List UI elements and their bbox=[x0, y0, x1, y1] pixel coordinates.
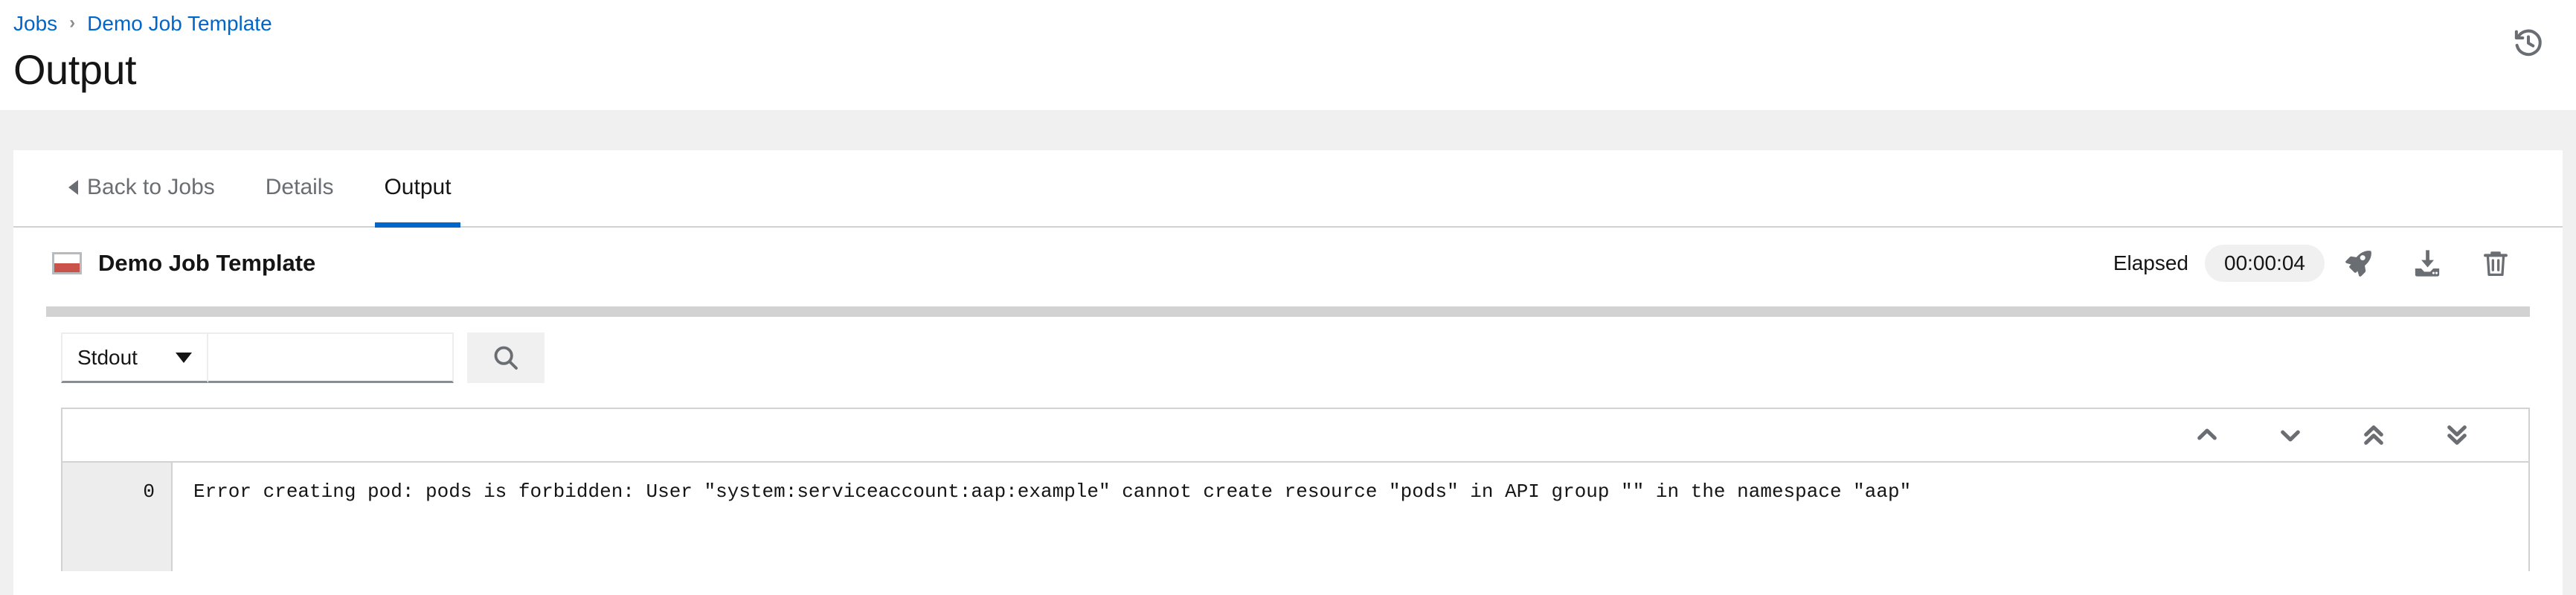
tab-details-label: Details bbox=[266, 175, 334, 200]
caret-left-icon bbox=[68, 180, 78, 195]
relaunch-button[interactable] bbox=[2325, 229, 2393, 298]
tab-output-label: Output bbox=[384, 175, 451, 200]
log-line-number: 0 bbox=[62, 463, 173, 571]
elapsed-label: Elapsed bbox=[2113, 251, 2188, 275]
chevron-down-icon[interactable] bbox=[2264, 412, 2317, 458]
elapsed-value-badge: 00:00:04 bbox=[2205, 245, 2325, 282]
breadcrumb: Jobs › Demo Job Template bbox=[13, 10, 2546, 37]
search-button[interactable] bbox=[467, 332, 545, 383]
download-button[interactable] bbox=[2393, 229, 2461, 298]
tab-back-to-jobs-label: Back to Jobs bbox=[87, 175, 215, 200]
output-filter-selected-label: Stdout bbox=[77, 346, 138, 370]
double-chevron-up-icon[interactable] bbox=[2347, 412, 2400, 458]
log-area: 0 Error creating pod: pods is forbidden:… bbox=[62, 463, 2528, 571]
job-name-label: Demo Job Template bbox=[98, 250, 315, 277]
search-input[interactable] bbox=[208, 332, 454, 383]
job-actions: Elapsed 00:00:04 bbox=[2113, 229, 2530, 298]
breadcrumb-separator-icon: › bbox=[69, 10, 75, 36]
chevron-down-icon bbox=[176, 353, 192, 363]
page-title: Output bbox=[13, 45, 2546, 95]
double-chevron-down-icon[interactable] bbox=[2430, 412, 2484, 458]
breadcrumb-item-jobs[interactable]: Jobs bbox=[13, 10, 57, 37]
job-output-page: Jobs › Demo Job Template Output Back to … bbox=[0, 0, 2576, 595]
chevron-up-icon[interactable] bbox=[2180, 412, 2234, 458]
tab-details[interactable]: Details bbox=[240, 150, 359, 226]
tab-back-to-jobs[interactable]: Back to Jobs bbox=[43, 150, 240, 226]
job-status-failed-icon bbox=[52, 252, 82, 274]
output-toolbar: Stdout bbox=[13, 317, 2563, 399]
output-log-panel: 0 Error creating pod: pods is forbidden:… bbox=[61, 408, 2530, 571]
page-header: Jobs › Demo Job Template Output bbox=[0, 0, 2576, 110]
breadcrumb-item-demo-job-template[interactable]: Demo Job Template bbox=[87, 10, 272, 37]
tab-output[interactable]: Output bbox=[359, 150, 476, 226]
history-icon[interactable] bbox=[2497, 12, 2560, 74]
output-nav-bar bbox=[62, 409, 2528, 463]
tab-bar: Back to Jobs Details Output bbox=[13, 150, 2563, 228]
output-filter-select[interactable]: Stdout bbox=[61, 332, 208, 383]
job-identity: Demo Job Template bbox=[52, 250, 315, 277]
job-progress-bar bbox=[46, 306, 2530, 317]
log-line-text[interactable]: Error creating pod: pods is forbidden: U… bbox=[173, 463, 2528, 571]
delete-button[interactable] bbox=[2461, 229, 2530, 298]
output-card: Back to Jobs Details Output Demo Job Tem… bbox=[13, 150, 2563, 595]
job-header-row: Demo Job Template Elapsed 00:00:04 bbox=[13, 228, 2563, 299]
